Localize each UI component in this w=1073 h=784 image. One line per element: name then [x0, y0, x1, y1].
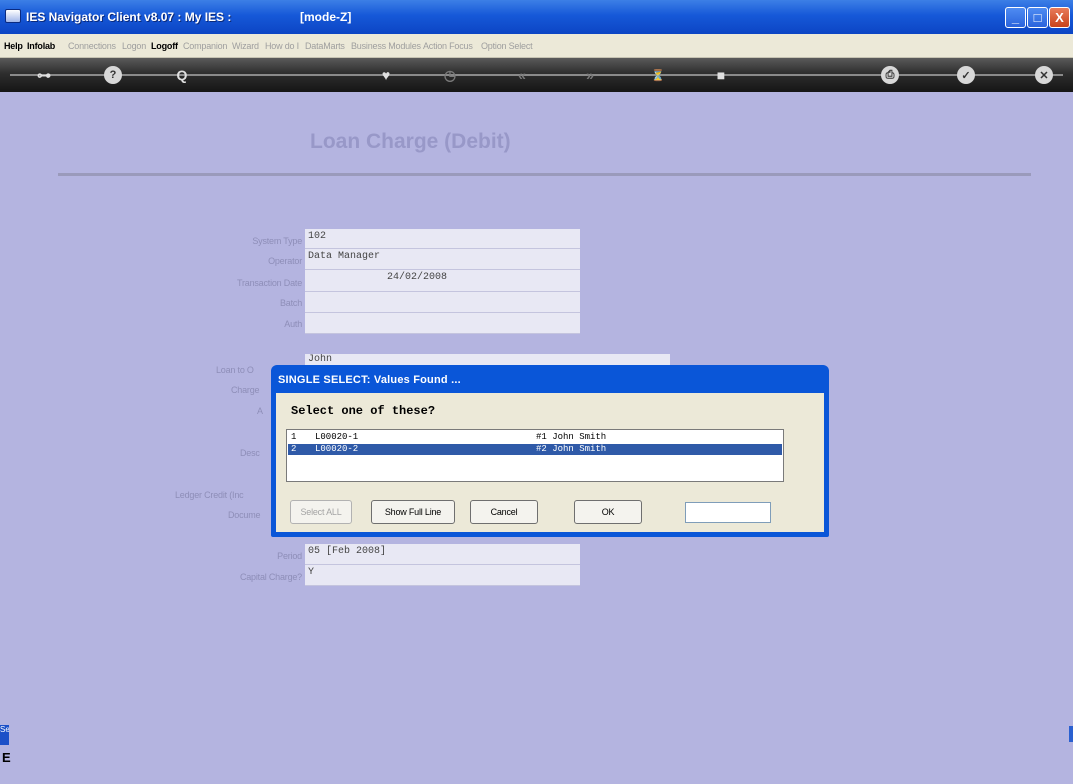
menu-action-focus[interactable]: Action Focus	[423, 41, 473, 51]
toolbar-rule	[10, 74, 1063, 76]
app-icon	[5, 9, 21, 23]
dialog-search-input[interactable]	[685, 502, 771, 523]
menu-logon[interactable]: Logon	[122, 41, 146, 51]
dialog-title: SINGLE SELECT: Values Found ...	[278, 374, 461, 386]
title-bar: IES Navigator Client v8.07 : My IES : [m…	[0, 0, 1073, 34]
heart-icon[interactable]: ♥	[376, 66, 396, 84]
toolbar: ⊶ ? Q ♥ ◷ « » ⏳ ■ ⎙ ✓ ✕	[0, 58, 1073, 92]
menu-wizard[interactable]: Wizard	[232, 41, 259, 51]
batch-label: Batch	[279, 298, 302, 308]
stop-icon[interactable]: ■	[712, 66, 730, 84]
description-label: Desc	[240, 448, 260, 458]
menu-bar: Help Infolab Connections Logon Logoff Co…	[0, 34, 1073, 58]
list-item-selected[interactable]: 2 L00020-2 #2 John Smith	[288, 444, 782, 455]
operator-field[interactable]: Data Manager	[305, 249, 580, 270]
capital-charge-label: Capital Charge?	[239, 572, 302, 582]
ledger-credit-label: Ledger Credit (Inc	[175, 490, 244, 500]
period-field[interactable]: 05 [Feb 2008]	[305, 544, 580, 565]
capital-charge-field[interactable]: Y	[305, 565, 580, 586]
clock-icon[interactable]: ◷	[440, 66, 460, 84]
row-code: L00020-2	[315, 444, 359, 454]
transaction-date-label: Transaction Date	[237, 278, 302, 288]
right-edge-tab[interactable]	[1069, 726, 1073, 742]
row-code: L00020-1	[315, 432, 359, 442]
form-title: Loan Charge (Debit)	[310, 130, 511, 153]
system-type-field[interactable]: 102	[305, 229, 580, 249]
fast-forward-icon[interactable]: »	[580, 66, 600, 84]
menu-option-select[interactable]: Option Select	[481, 41, 533, 51]
period-label: Period	[277, 551, 302, 561]
menu-companion[interactable]: Companion	[183, 41, 227, 51]
list-item[interactable]: 1 L00020-1 #1 John Smith	[288, 432, 782, 443]
auth-field[interactable]	[305, 313, 580, 334]
menu-infolab[interactable]: Infolab	[27, 41, 55, 51]
side-glyph: E	[2, 750, 11, 765]
cancel-button[interactable]: Cancel	[470, 500, 538, 524]
check-icon[interactable]: ✓	[957, 66, 975, 84]
menu-logoff[interactable]: Logoff	[151, 41, 178, 51]
document-label: Docume	[228, 510, 261, 520]
minimize-button[interactable]: _	[1005, 7, 1026, 28]
row-number: 2	[291, 444, 297, 454]
close-icon[interactable]: ✕	[1035, 66, 1053, 84]
window-title: IES Navigator Client v8.07 : My IES :	[26, 10, 232, 24]
system-type-label: System Type	[252, 236, 302, 246]
row-name: #1 John Smith	[536, 432, 607, 442]
menu-datamarts[interactable]: DataMarts	[305, 41, 345, 51]
print-icon[interactable]: ⎙	[881, 66, 899, 84]
key-icon[interactable]: ⊶	[34, 66, 54, 84]
operator-label: Operator	[268, 256, 302, 266]
show-full-line-button[interactable]: Show Full Line	[371, 500, 455, 524]
single-select-dialog: SINGLE SELECT: Values Found ... Select o…	[271, 365, 829, 537]
ies-navigator-window: IES Navigator Client v8.07 : My IES : [m…	[0, 0, 1073, 784]
row-name: #2 John Smith	[536, 444, 607, 454]
menu-how-do-i[interactable]: How do I	[265, 41, 299, 51]
charge-label: Charge	[231, 385, 260, 395]
dialog-body: Select one of these? 1 L00020-1 #1 John …	[276, 393, 824, 532]
row-number: 1	[291, 432, 297, 442]
side-tab[interactable]: Se	[0, 725, 9, 745]
ok-button[interactable]: OK	[574, 500, 642, 524]
title-divider	[58, 173, 1031, 176]
close-window-button[interactable]: X	[1049, 7, 1070, 28]
mode-label: [mode-Z]	[300, 10, 352, 24]
values-listbox[interactable]: 1 L00020-1 #1 John Smith 2 L00020-2 #2 J…	[286, 429, 784, 482]
amount-label: A	[257, 406, 263, 416]
help-icon[interactable]: ?	[104, 66, 122, 84]
menu-connections[interactable]: Connections	[68, 41, 116, 51]
menu-business-modules[interactable]: Business Modules	[351, 41, 421, 51]
hourglass-icon[interactable]: ⏳	[648, 66, 668, 84]
transaction-date-field[interactable]: 24/02/2008	[305, 270, 580, 292]
search-icon[interactable]: Q	[174, 66, 190, 84]
auth-label: Auth	[284, 319, 302, 329]
batch-field[interactable]	[305, 292, 580, 313]
select-all-button[interactable]: Select ALL	[290, 500, 352, 524]
dialog-prompt: Select one of these?	[291, 404, 436, 418]
rewind-icon[interactable]: «	[512, 66, 532, 84]
maximize-button[interactable]: □	[1027, 7, 1048, 28]
loan-to-label: Loan to O	[216, 365, 254, 375]
menu-help[interactable]: Help	[4, 41, 23, 51]
